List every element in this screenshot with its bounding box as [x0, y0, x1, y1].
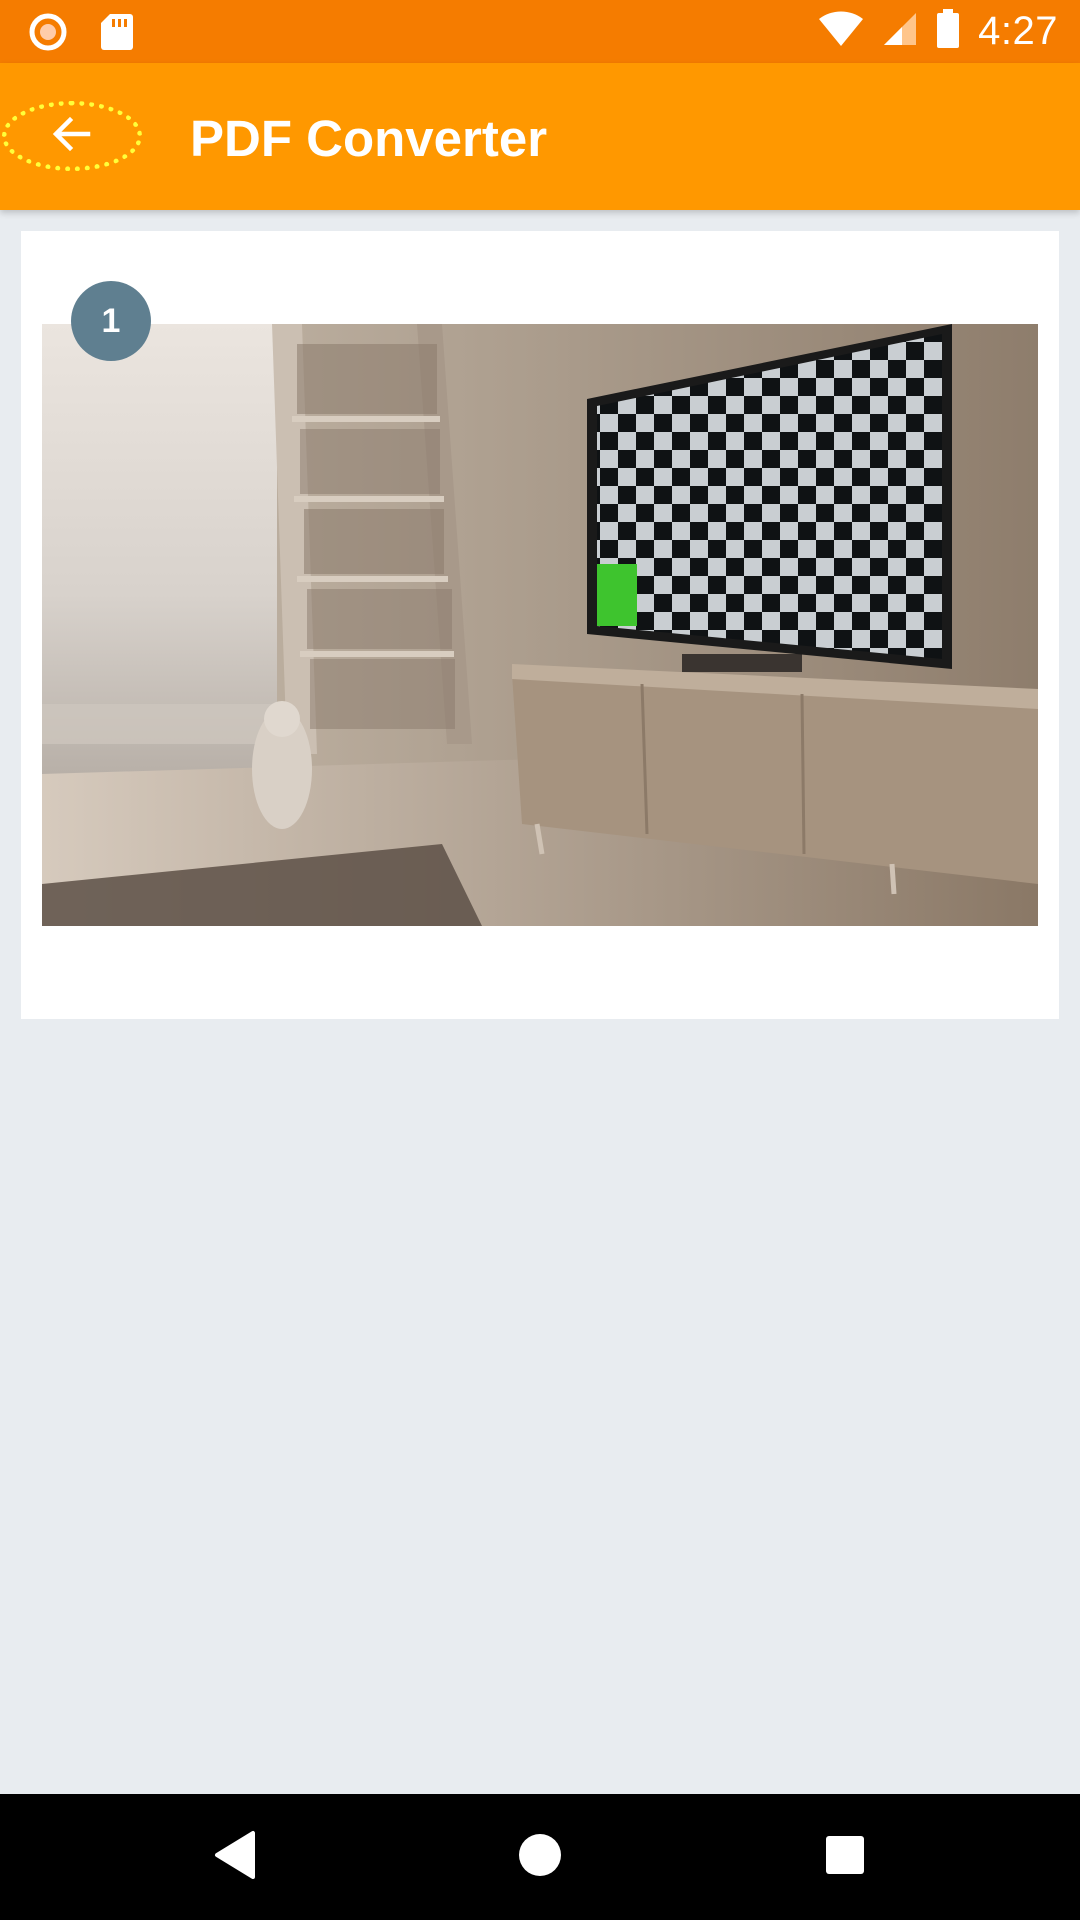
- recents-square-icon: [824, 1834, 866, 1881]
- sd-card-icon: [100, 12, 134, 57]
- page-card[interactable]: 1: [21, 231, 1059, 1019]
- room-photo-icon: [42, 324, 1038, 926]
- back-button[interactable]: [2, 101, 142, 171]
- page-thumbnail-image[interactable]: [42, 324, 1038, 926]
- record-icon: [28, 12, 68, 57]
- battery-icon: [936, 8, 960, 54]
- page-number-badge: 1: [71, 281, 151, 361]
- arrow-back-icon: [48, 110, 96, 163]
- nav-recents-button[interactable]: [810, 1822, 880, 1892]
- back-triangle-icon: [213, 1830, 257, 1885]
- wifi-icon: [818, 10, 864, 52]
- app-title: PDF Converter: [190, 110, 548, 167]
- status-left-icons: [28, 12, 134, 57]
- cell-signal-icon: [882, 11, 918, 52]
- status-bar: 4:27: [0, 0, 1080, 63]
- app-bar: PDF Converter: [0, 63, 1080, 210]
- status-time: 4:27: [978, 8, 1058, 53]
- home-circle-icon: [517, 1832, 563, 1883]
- navigation-bar: [0, 1794, 1080, 1920]
- nav-back-button[interactable]: [200, 1822, 270, 1892]
- status-right-icons: 4:27: [818, 8, 1058, 54]
- nav-home-button[interactable]: [505, 1822, 575, 1892]
